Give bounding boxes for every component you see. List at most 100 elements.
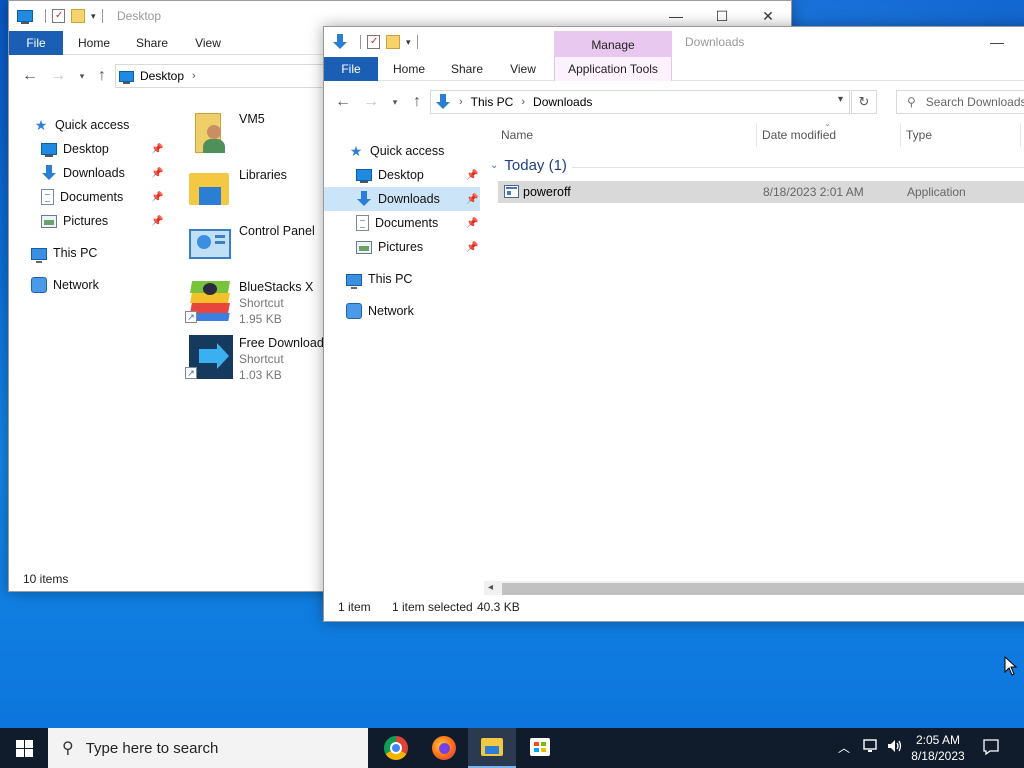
desktop-icon	[17, 10, 33, 24]
file-name: poweroff	[523, 185, 571, 199]
title-bar[interactable]: ✓ ▾ Downloads —	[324, 27, 1024, 57]
up-arrow-icon[interactable]: ↑	[93, 67, 111, 85]
up-arrow-icon[interactable]: ↑	[408, 93, 426, 111]
new-folder-icon[interactable]	[71, 9, 85, 23]
pin-icon: 📌	[151, 215, 164, 227]
desktop-icon	[119, 70, 134, 84]
chevron-right-icon[interactable]: ›	[192, 70, 196, 82]
address-location[interactable]: Desktop	[140, 69, 184, 83]
chrome-taskbar-button[interactable]	[372, 728, 420, 768]
nav-desktop[interactable]: Desktop 📌	[41, 137, 171, 161]
tab-share[interactable]: Share	[135, 31, 169, 55]
address-this-pc[interactable]: This PC	[471, 95, 514, 109]
nav-pictures[interactable]: Pictures 📌	[356, 235, 480, 259]
nav-network[interactable]: Network	[346, 299, 414, 323]
address-bar[interactable]: Desktop ›	[115, 64, 345, 88]
pin-icon: 📌	[151, 167, 164, 179]
pictures-icon	[356, 240, 372, 254]
item-libraries[interactable]: Libraries	[185, 163, 335, 215]
file-row-poweroff[interactable]: poweroff 8/18/2023 2:01 AM Application	[498, 181, 1024, 203]
nav-documents[interactable]: Documents 📌	[356, 211, 480, 235]
network-icon	[31, 277, 47, 293]
network-icon	[346, 303, 362, 319]
tab-home[interactable]: Home	[392, 57, 426, 81]
volume-tray-icon[interactable]	[886, 738, 904, 768]
tab-home[interactable]: Home	[77, 31, 111, 55]
scroll-left-icon[interactable]: ◂	[488, 582, 493, 593]
firefox-taskbar-button[interactable]	[420, 728, 468, 768]
tab-view[interactable]: View	[508, 57, 538, 81]
start-button[interactable]	[0, 728, 48, 768]
back-arrow-icon[interactable]: ←	[21, 67, 39, 85]
network-tray-icon[interactable]	[862, 738, 880, 768]
tab-manage[interactable]: Manage	[554, 31, 672, 57]
nav-network[interactable]: Network	[31, 273, 99, 297]
windows-logo-icon	[16, 740, 33, 757]
recent-chevron-icon[interactable]: ▾	[386, 93, 404, 111]
pin-icon: 📌	[466, 193, 479, 205]
item-vm5[interactable]: VM5	[185, 107, 335, 159]
tab-share[interactable]: Share	[450, 57, 484, 81]
nav-this-pc[interactable]: This PC	[31, 241, 97, 265]
recent-chevron-icon[interactable]: ▾	[73, 67, 91, 85]
refresh-button[interactable]: ↻	[851, 90, 877, 114]
nav-desktop[interactable]: Desktop 📌	[356, 163, 480, 187]
chevron-down-icon[interactable]: ▾	[838, 94, 843, 105]
document-icon	[41, 189, 54, 205]
item-control-panel[interactable]: Control Panel	[185, 219, 335, 271]
user-folder-icon	[185, 109, 233, 157]
chevron-right-icon[interactable]: ›	[459, 96, 463, 108]
item-bluestacks-x[interactable]: ↗ BlueStacks X Shortcut 1.95 KB	[185, 275, 335, 327]
nav-downloads[interactable]: Downloads 📌	[41, 161, 171, 185]
tab-view[interactable]: View	[193, 31, 223, 55]
pin-icon: 📌	[466, 241, 479, 253]
group-header-today[interactable]: ⌄ Today (1)	[490, 157, 567, 174]
search-input[interactable]: ⚲ Search Downloads	[896, 90, 1024, 114]
show-hidden-icons-chevron[interactable]: ︿	[838, 739, 850, 768]
downloads-explorer-window[interactable]: ✓ ▾ Downloads — Manage File Home Share V…	[323, 26, 1024, 622]
nav-this-pc[interactable]: This PC	[346, 267, 412, 291]
computer-icon	[346, 274, 362, 289]
properties-icon[interactable]: ✓	[367, 35, 380, 49]
tab-file[interactable]: File	[9, 31, 63, 55]
minimize-button[interactable]: —	[974, 27, 1020, 57]
properties-icon[interactable]: ✓	[52, 9, 65, 23]
nav-quick-access[interactable]: ★ Quick access	[348, 139, 445, 163]
nav-documents[interactable]: Documents 📌	[41, 185, 171, 209]
tab-application-tools[interactable]: Application Tools	[554, 57, 672, 81]
scrollbar-thumb[interactable]	[502, 583, 1024, 595]
item-free-download[interactable]: ↗ Free Download I Shortcut 1.03 KB	[185, 331, 335, 383]
column-name[interactable]: Name	[501, 123, 533, 147]
file-explorer-taskbar-button[interactable]	[468, 728, 516, 768]
chevron-down-icon[interactable]: ▾	[406, 37, 411, 48]
column-type[interactable]: Type	[906, 123, 932, 147]
nav-quick-access[interactable]: ★ Quick access	[33, 113, 130, 137]
taskbar-search-placeholder: Type here to search	[85, 739, 219, 757]
pin-icon: 📌	[466, 169, 479, 181]
store-icon	[530, 738, 550, 756]
forward-arrow-icon[interactable]: →	[362, 93, 380, 111]
file-date: 8/18/2023 2:01 AM	[763, 185, 864, 199]
chevron-right-icon[interactable]: ›	[521, 96, 525, 108]
taskbar-search-box[interactable]: ⚲ Type here to search	[48, 728, 368, 768]
chrome-icon	[384, 736, 408, 760]
tab-file[interactable]: File	[324, 57, 378, 81]
pictures-icon	[41, 214, 57, 228]
item-count: 10 items	[23, 572, 69, 586]
download-arrow-icon	[435, 94, 451, 110]
new-folder-icon[interactable]	[386, 35, 400, 49]
notification-center-icon[interactable]	[982, 738, 1000, 768]
address-bar[interactable]: › This PC › Downloads ▾	[430, 90, 850, 114]
taskbar-clock[interactable]: 2:05 AM 8/18/2023	[906, 732, 970, 764]
store-taskbar-button[interactable]	[516, 728, 564, 768]
address-downloads[interactable]: Downloads	[533, 95, 592, 109]
chevron-down-icon[interactable]: ⌄	[490, 160, 498, 171]
chevron-down-icon[interactable]: ▾	[91, 11, 96, 22]
item-count: 1 item	[338, 600, 371, 614]
clock-date: 8/18/2023	[911, 749, 965, 763]
nav-downloads[interactable]: Downloads 📌	[324, 187, 480, 211]
nav-pictures[interactable]: Pictures 📌	[41, 209, 171, 233]
back-arrow-icon[interactable]: ←	[334, 93, 352, 111]
forward-arrow-icon[interactable]: →	[49, 67, 67, 85]
ribbon-tabs: File Home Share View	[324, 57, 1024, 81]
